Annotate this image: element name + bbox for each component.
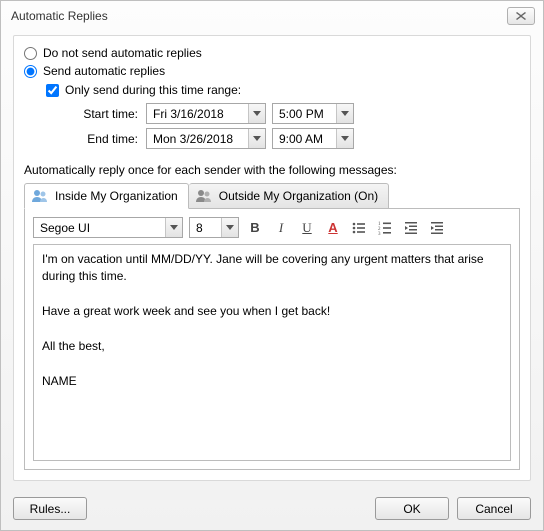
people-outside-icon: [195, 187, 213, 205]
start-time-dropdown[interactable]: [336, 104, 353, 123]
radio-dont-send-input[interactable]: [24, 47, 37, 60]
end-date-value: Mon 3/26/2018: [147, 132, 248, 146]
bullets-icon: [351, 220, 367, 236]
font-size-value: 8: [190, 221, 221, 235]
start-date-dropdown[interactable]: [248, 104, 265, 123]
dialog-title: Automatic Replies: [11, 9, 507, 23]
only-send-range-label: Only send during this time range:: [65, 83, 241, 97]
indent-icon: [429, 220, 445, 236]
svg-text:3: 3: [378, 232, 381, 236]
bullets-button[interactable]: [349, 218, 369, 238]
only-send-range[interactable]: Only send during this time range:: [46, 83, 520, 97]
chevron-down-icon: [226, 225, 234, 230]
font-color-button[interactable]: A: [323, 218, 343, 238]
start-time-row: Start time: Fri 3/16/2018 5:00 PM: [68, 103, 520, 124]
end-date-field[interactable]: Mon 3/26/2018: [146, 128, 266, 149]
time-grid: Start time: Fri 3/16/2018 5:00 PM End ti…: [68, 103, 520, 149]
chevron-down-icon: [341, 136, 349, 141]
editor-panel: Segoe UI 8 B I U A 123: [24, 208, 520, 470]
numbering-button[interactable]: 123: [375, 218, 395, 238]
dialog-footer: Rules... OK Cancel: [1, 489, 543, 530]
close-button[interactable]: [507, 7, 535, 25]
tab-inside[interactable]: Inside My Organization: [24, 183, 189, 209]
font-size-dropdown[interactable]: [221, 218, 238, 237]
rules-button[interactable]: Rules...: [13, 497, 87, 520]
time-range-section: Only send during this time range: Start …: [46, 83, 520, 153]
start-time-field[interactable]: 5:00 PM: [272, 103, 354, 124]
outdent-icon: [403, 220, 419, 236]
message-textarea[interactable]: I'm on vacation until MM/DD/YY. Jane wil…: [33, 244, 511, 461]
tab-inside-label: Inside My Organization: [55, 189, 178, 203]
only-send-range-checkbox[interactable]: [46, 84, 59, 97]
numbering-icon: 123: [377, 220, 393, 236]
chevron-down-icon: [253, 111, 261, 116]
start-time-value: 5:00 PM: [273, 107, 336, 121]
chevron-down-icon: [341, 111, 349, 116]
chevron-down-icon: [253, 136, 261, 141]
close-icon: [516, 12, 526, 20]
chevron-down-icon: [170, 225, 178, 230]
end-time-label: End time:: [68, 132, 138, 146]
start-date-value: Fri 3/16/2018: [147, 107, 248, 121]
titlebar: Automatic Replies: [1, 1, 543, 31]
end-time-field[interactable]: 9:00 AM: [272, 128, 354, 149]
font-size-field[interactable]: 8: [189, 217, 239, 238]
radio-send-input[interactable]: [24, 65, 37, 78]
ok-button[interactable]: OK: [375, 497, 449, 520]
underline-button[interactable]: U: [297, 218, 317, 238]
radio-dont-send[interactable]: Do not send automatic replies: [24, 46, 520, 60]
people-inside-icon: [31, 187, 49, 205]
start-date-field[interactable]: Fri 3/16/2018: [146, 103, 266, 124]
start-time-label: Start time:: [68, 107, 138, 121]
tabs: Inside My Organization Outside My Organi…: [24, 183, 520, 209]
end-time-dropdown[interactable]: [336, 129, 353, 148]
radio-dont-send-label: Do not send automatic replies: [43, 46, 202, 60]
dialog-body: Do not send automatic replies Send autom…: [1, 31, 543, 489]
content-panel: Do not send automatic replies Send autom…: [13, 35, 531, 481]
cancel-button[interactable]: Cancel: [457, 497, 531, 520]
italic-button[interactable]: I: [271, 218, 291, 238]
tab-outside-label: Outside My Organization (On): [219, 189, 378, 203]
indent-button[interactable]: [427, 218, 447, 238]
outdent-button[interactable]: [401, 218, 421, 238]
radio-send-label: Send automatic replies: [43, 64, 165, 78]
font-family-value: Segoe UI: [34, 221, 165, 235]
end-time-row: End time: Mon 3/26/2018 9:00 AM: [68, 128, 520, 149]
font-family-field[interactable]: Segoe UI: [33, 217, 183, 238]
bold-button[interactable]: B: [245, 218, 265, 238]
end-date-dropdown[interactable]: [248, 129, 265, 148]
format-toolbar: Segoe UI 8 B I U A 123: [33, 217, 511, 238]
tab-outside[interactable]: Outside My Organization (On): [189, 183, 389, 209]
end-time-value: 9:00 AM: [273, 132, 336, 146]
radio-send[interactable]: Send automatic replies: [24, 64, 520, 78]
automatic-replies-dialog: Automatic Replies Do not send automatic …: [0, 0, 544, 531]
font-family-dropdown[interactable]: [165, 218, 182, 237]
section-label: Automatically reply once for each sender…: [24, 163, 520, 177]
